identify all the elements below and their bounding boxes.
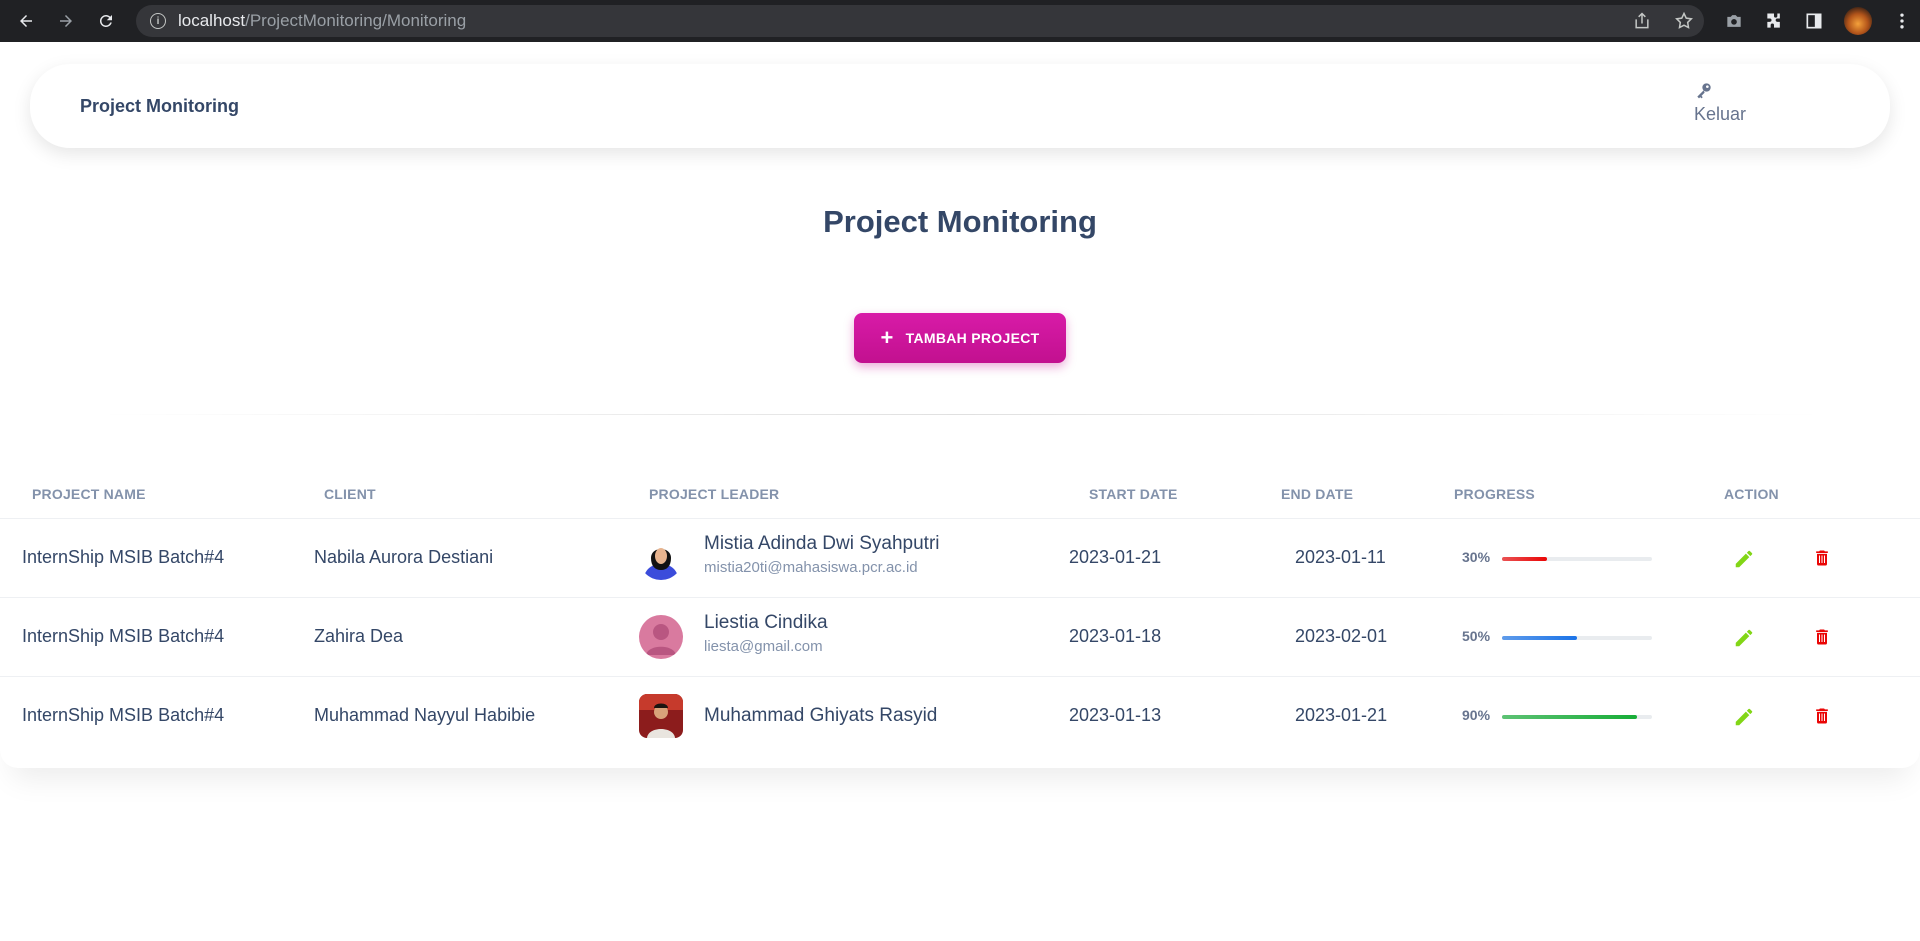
leader-avatar: [639, 694, 683, 738]
share-icon[interactable]: [1632, 11, 1652, 31]
header-start-date[interactable]: START DATE: [1089, 486, 1178, 502]
pencil-icon[interactable]: [1733, 627, 1755, 649]
back-icon[interactable]: [12, 7, 40, 35]
end-date: 2023-02-01: [1295, 626, 1388, 646]
progress-bar: [1502, 557, 1652, 561]
key-icon: [1697, 83, 1711, 99]
client-name: Zahira Dea: [314, 626, 404, 646]
table-row: InternShip MSIB Batch#4 Nabila Aurora De…: [0, 518, 1920, 597]
table-row: InternShip MSIB Batch#4 Zahira Dea Liest…: [0, 597, 1920, 676]
header-progress[interactable]: PROGRESS: [1454, 486, 1535, 502]
table-row: InternShip MSIB Batch#4 Muhammad Nayyul …: [0, 676, 1920, 755]
site-info-icon[interactable]: i: [150, 13, 166, 29]
logout-label: Keluar: [1694, 104, 1747, 124]
progress-bar-fill: [1502, 557, 1547, 561]
profile-avatar[interactable]: [1844, 7, 1872, 35]
progress-percent: 50%: [1462, 628, 1491, 644]
progress-bar: [1502, 715, 1652, 719]
progress-percent: 90%: [1462, 707, 1491, 723]
trash-icon[interactable]: [1812, 547, 1832, 569]
reload-icon[interactable]: [92, 7, 120, 35]
plus-icon: +: [880, 325, 894, 350]
trash-icon[interactable]: [1812, 705, 1832, 727]
trash-icon[interactable]: [1812, 626, 1832, 648]
extensions-icon[interactable]: [1764, 11, 1784, 31]
header-project-name[interactable]: PROJECT NAME: [32, 486, 146, 502]
start-date: 2023-01-21: [1069, 547, 1162, 567]
menu-dots-icon[interactable]: [1892, 11, 1912, 31]
client-name: Nabila Aurora Destiani: [314, 547, 494, 567]
end-date: 2023-01-21: [1295, 705, 1388, 725]
project-name: InternShip MSIB Batch#4: [22, 705, 225, 725]
camera-icon[interactable]: [1724, 11, 1744, 31]
logout-link[interactable]: Keluar: [1694, 80, 1774, 125]
leader-avatar: [639, 536, 683, 580]
browser-toolbar: i localhost/ProjectMonitoring/Monitoring: [0, 0, 1920, 42]
progress-bar-fill: [1502, 715, 1637, 719]
pencil-icon[interactable]: [1733, 548, 1755, 570]
progress-bar: [1502, 636, 1652, 640]
leader-email: mistia20ti@mahasiswa.pcr.ac.id: [704, 559, 918, 576]
project-name: InternShip MSIB Batch#4: [22, 626, 225, 646]
progress-percent: 30%: [1462, 549, 1491, 565]
header-project-leader[interactable]: PROJECT LEADER: [649, 486, 779, 502]
client-name: Muhammad Nayyul Habibie: [314, 705, 536, 725]
divider: [96, 414, 1826, 415]
projects-table: PROJECT NAME CLIENT PROJECT LEADER START…: [0, 466, 1920, 768]
url-host: localhost: [178, 11, 246, 30]
page-title: Project Monitoring: [823, 204, 1097, 239]
address-bar[interactable]: i localhost/ProjectMonitoring/Monitoring: [136, 5, 1704, 37]
navbar-brand[interactable]: Project Monitoring: [80, 96, 239, 117]
url-path: /ProjectMonitoring/Monitoring: [245, 11, 467, 30]
leader-name: Mistia Adinda Dwi Syahputri: [704, 533, 940, 554]
add-project-label: TAMBAH PROJECT: [905, 330, 1040, 346]
url-text[interactable]: localhost/ProjectMonitoring/Monitoring: [178, 11, 466, 31]
leader-email: liesta@gmail.com: [704, 638, 823, 655]
end-date: 2023-01-11: [1295, 547, 1386, 567]
leader-name: Muhammad Ghiyats Rasyid: [704, 705, 938, 726]
pencil-icon[interactable]: [1733, 706, 1755, 728]
progress-bar-fill: [1502, 636, 1577, 640]
add-project-button[interactable]: + TAMBAH PROJECT: [854, 313, 1066, 363]
top-navbar: Project Monitoring Keluar: [30, 64, 1890, 148]
header-action: ACTION: [1724, 486, 1779, 502]
forward-icon[interactable]: [52, 7, 80, 35]
header-end-date[interactable]: END DATE: [1281, 486, 1353, 502]
start-date: 2023-01-18: [1069, 626, 1162, 646]
leader-avatar: [639, 615, 683, 659]
start-date: 2023-01-13: [1069, 705, 1162, 725]
header-client[interactable]: CLIENT: [324, 486, 376, 502]
bookmark-star-icon[interactable]: [1674, 11, 1694, 31]
side-panel-icon[interactable]: [1804, 11, 1824, 31]
leader-name: Liestia Cindika: [704, 612, 828, 633]
project-name: InternShip MSIB Batch#4: [22, 547, 225, 567]
